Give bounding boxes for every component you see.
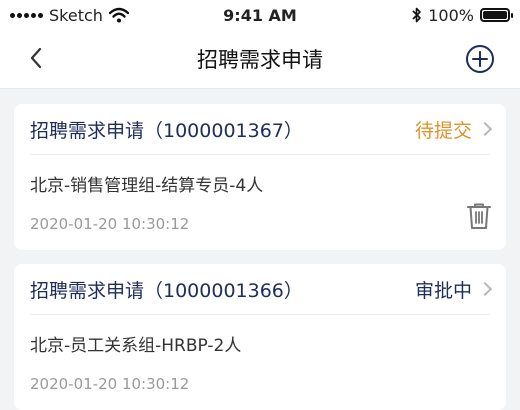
- chevron-right-icon: [477, 281, 493, 297]
- card-title: 招聘需求申请（1000001366）: [30, 279, 303, 302]
- status-label: 审批中: [414, 279, 472, 302]
- card-timestamp: 2020-01-20 10:30:12: [30, 215, 190, 233]
- card-header: 招聘需求申请（1000001366） 审批中: [30, 264, 493, 315]
- status-left: Sketch: [10, 6, 180, 25]
- battery-icon: [480, 8, 513, 22]
- card-timestamp: 2020-01-20 10:30:12: [30, 375, 190, 393]
- card-description: 北京-销售管理组-结算专员-4人: [30, 176, 264, 196]
- status-label: 待提交: [414, 119, 472, 142]
- request-card-1[interactable]: 招聘需求申请（1000001367） 待提交 北京-销售管理组-结算专员-4人 …: [14, 104, 506, 250]
- status-right: 100%: [340, 5, 513, 25]
- battery-percent: 100%: [428, 5, 474, 25]
- battery-level: [483, 11, 507, 19]
- chevron-left-icon: [30, 47, 42, 69]
- request-card-2[interactable]: 招聘需求申请（1000001366） 审批中 北京-员工关系组-HRBP-2人 …: [14, 264, 506, 410]
- signal-icon: [10, 12, 43, 18]
- card-description: 北京-员工关系组-HRBP-2人: [30, 336, 242, 356]
- nav-bar: 招聘需求申请: [0, 30, 520, 89]
- chevron-right-icon: [477, 121, 493, 137]
- status-link[interactable]: 审批中: [414, 276, 493, 303]
- bluetooth-icon: [412, 7, 422, 23]
- add-button[interactable]: [464, 43, 496, 75]
- card-header: 招聘需求申请（1000001367） 待提交: [30, 104, 493, 155]
- card-title: 招聘需求申请（1000001367）: [30, 119, 303, 142]
- wifi-icon: [108, 7, 129, 23]
- delete-button[interactable]: [466, 202, 492, 230]
- carrier-name: Sketch: [49, 5, 103, 25]
- status-link[interactable]: 待提交: [414, 116, 493, 143]
- page-title: 招聘需求申请: [197, 48, 323, 72]
- back-button[interactable]: [22, 44, 50, 72]
- status-bar: Sketch 9:41 AM 100%: [0, 0, 520, 30]
- status-time: 9:41 AM: [223, 5, 297, 25]
